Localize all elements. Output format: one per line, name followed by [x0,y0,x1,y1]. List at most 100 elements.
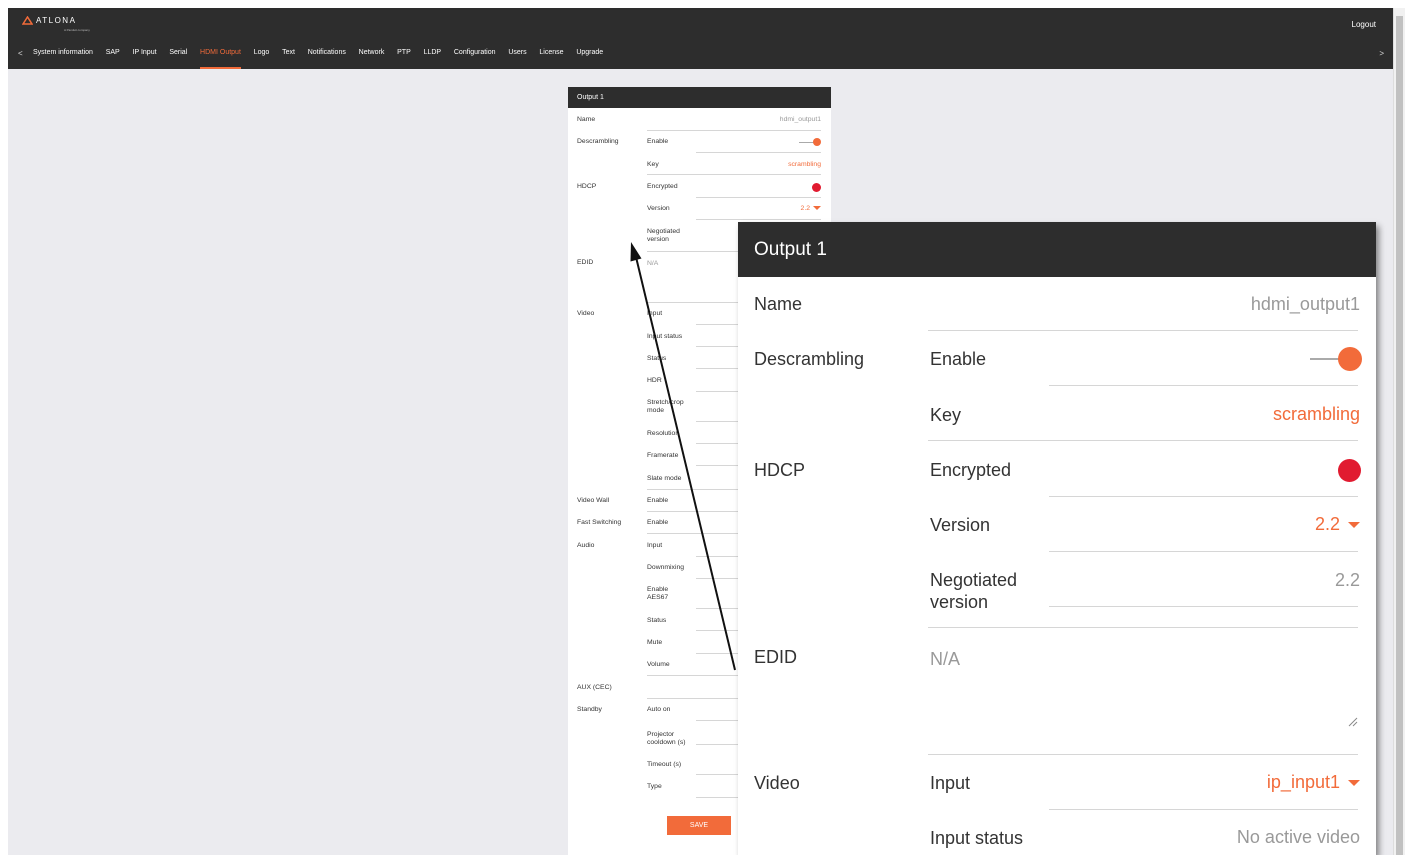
zoom-enable-label: Enable [930,349,987,369]
zoom-video-input-select[interactable]: ip_input1 [1267,772,1360,793]
divider [1049,809,1358,810]
zoom-descrambling-toggle-icon[interactable] [1310,347,1362,371]
zoom-hdcp-label: HDCP [754,460,806,480]
descrambling-toggle-icon[interactable] [799,138,821,146]
tab-text[interactable]: Text [282,49,295,56]
negotiated-label-2: version [647,236,669,243]
video-input-label: Input [647,310,663,317]
name-value[interactable]: hdmi_output1 [780,116,821,123]
divider [696,197,821,198]
input-status-label: Input status [647,333,683,340]
tab-notifications[interactable]: Notifications [308,49,346,56]
hdr-label: HDR [647,377,662,384]
divider [928,627,1358,628]
volume-label: Volume [647,661,670,668]
zoom-negotiated-label-1: Negotiated [930,570,1018,590]
tab-license[interactable]: License [539,49,563,56]
slate-mode-label: Slate mode [647,475,682,482]
app-header: ATLONA A Panduit company Logout < System… [8,8,1393,69]
zoom-name-value[interactable]: hdmi_output1 [1251,294,1360,315]
auto-on-label: Auto on [647,706,671,713]
divider [1049,496,1358,497]
zoom-version-value: 2.2 [1314,514,1340,534]
divider [928,330,1358,331]
tab-ptp[interactable]: PTP [397,49,411,56]
encrypted-label: Encrypted [647,183,678,190]
fast-switching-group-label: Fast Switching [577,519,622,526]
caret-down-icon [1348,522,1360,529]
zoom-input-status-label: Input status [930,828,1024,848]
tab-lldp[interactable]: LLDP [424,49,442,56]
zoom-video-label: Video [754,773,800,793]
divider [1049,606,1358,607]
hdcp-group-label: HDCP [577,183,597,190]
zoom-encrypted-status-icon [1338,459,1361,482]
logo-icon [22,16,33,25]
encrypted-status-icon [812,183,821,192]
tab-users[interactable]: Users [508,49,526,56]
brand-subtitle: A Panduit company [64,28,90,32]
card-title: Output 1 [568,87,831,108]
cooldown-label-1: Projector [647,731,675,738]
framerate-label: Framerate [647,452,679,459]
nav-prev-button[interactable]: < [18,49,23,58]
atlona-logo: ATLONA A Panduit company [22,16,90,32]
zoom-version-label: Version [930,515,991,535]
stretch-label-2: mode [647,407,665,414]
tab-serial[interactable]: Serial [169,49,187,56]
zoomed-output-card: Output 1 Name hdmi_output1 Descrambling … [738,222,1376,855]
zoom-version-select[interactable]: 2.2 [1315,514,1360,535]
video-status-label: Status [647,355,667,362]
aes67-label-2: AES67 [647,594,669,601]
tab-network[interactable]: Network [359,49,385,56]
zoom-key-label: Key [930,405,962,425]
caret-down-icon [813,206,821,211]
nav-tabs: System information SAP IP Input Serial HDMI … [33,49,616,69]
divider [928,440,1358,441]
name-label: Name [577,116,596,123]
aux-cec-group-label: AUX (CEC) [577,684,612,691]
tab-upgrade[interactable]: Upgrade [576,49,603,56]
mute-label: Mute [647,639,663,646]
zoom-edid-label: EDID [754,647,798,667]
zoom-video-input-label: Input [930,773,971,793]
zoom-edid-value[interactable]: N/A [930,648,960,670]
descrambling-enable-label: Enable [647,138,669,145]
tab-system-information[interactable]: System information [33,49,93,56]
stretch-label-1: Stretch/crop [647,399,684,406]
save-button[interactable]: SAVE [667,816,731,835]
audio-input-label: Input [647,542,663,549]
zoom-negotiated-value: 2.2 [1334,570,1360,590]
divider [696,152,821,153]
version-select[interactable]: 2.2 [801,205,821,212]
aes67-label-1: Enable [647,586,669,593]
divider [1049,551,1358,552]
divider [696,219,821,220]
tab-hdmi-output[interactable]: HDMI Output [200,49,241,69]
edid-group-label: EDID [577,259,594,266]
edid-value[interactable]: N/A [647,260,658,267]
nav-next-button[interactable]: > [1379,49,1384,58]
cooldown-label-2: cooldown (s) [647,739,686,746]
tab-logo[interactable]: Logo [254,49,270,56]
divider [1049,385,1358,386]
version-value: 2.2 [800,205,810,212]
version-label: Version [647,205,670,212]
scrollbar-thumb[interactable] [1396,16,1403,855]
caret-down-icon [1348,780,1360,787]
video-group-label: Video [577,310,595,317]
resize-handle-icon[interactable] [1348,717,1358,727]
tab-sap[interactable]: SAP [106,49,120,56]
vertical-scrollbar[interactable] [1393,8,1405,855]
zoom-key-value[interactable]: scrambling [1273,404,1360,425]
tab-configuration[interactable]: Configuration [454,49,496,56]
timeout-label: Timeout (s) [647,761,682,768]
logout-button[interactable]: Logout [1352,20,1376,29]
tab-ip-input[interactable]: IP Input [133,49,157,56]
video-wall-group-label: Video Wall [577,497,610,504]
key-value[interactable]: scrambling [788,161,821,168]
fast-switching-enable-label: Enable [647,519,669,526]
resolution-label: Resolution [647,430,680,437]
type-label: Type [647,783,662,790]
zoom-encrypted-label: Encrypted [930,460,1012,480]
